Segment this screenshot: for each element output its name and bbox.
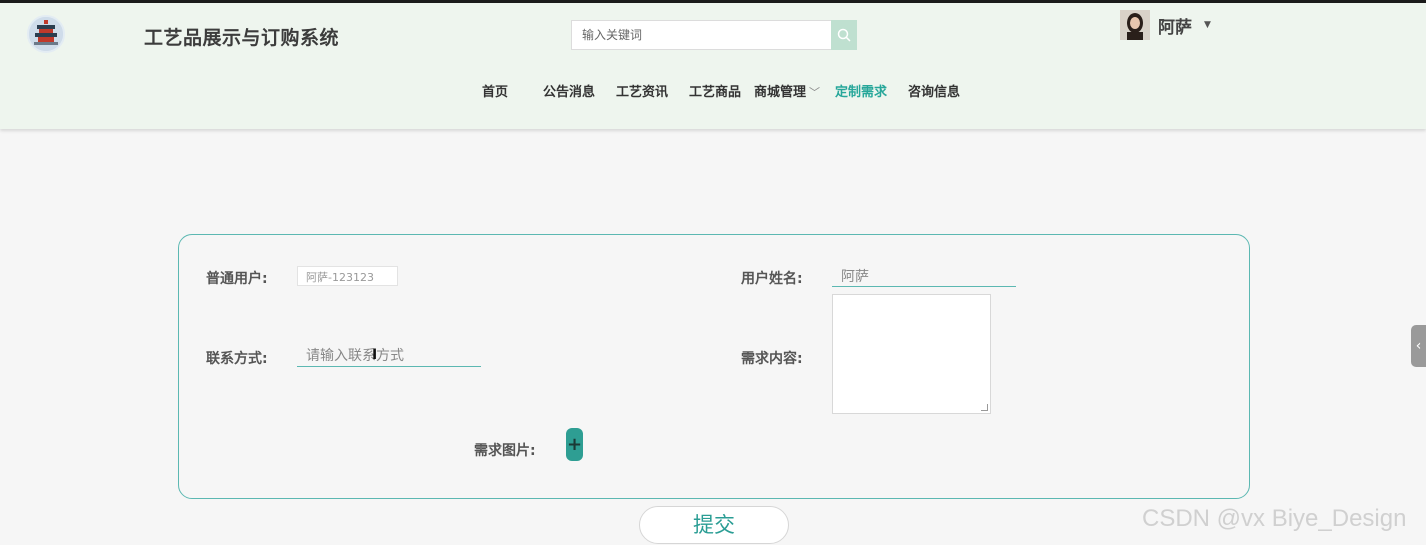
temple-logo-icon[interactable] <box>27 15 65 53</box>
user-label: 普通用户: <box>206 271 268 287</box>
nav-item-custom-requests[interactable]: 定制需求 <box>835 81 887 100</box>
contact-label: 联系方式: <box>206 351 268 367</box>
user-menu[interactable]: 阿萨 ▼ <box>1120 10 1211 40</box>
resize-handle[interactable] <box>981 404 988 411</box>
side-collapse-tab[interactable]: ‹ <box>1411 325 1426 367</box>
text-cursor-icon: I <box>372 347 378 363</box>
nav-item-craft-news[interactable]: 工艺资讯 <box>616 81 668 100</box>
nav-item-craft-products[interactable]: 工艺商品 <box>689 81 741 100</box>
user-avatar[interactable] <box>1120 10 1150 40</box>
search-button[interactable] <box>831 20 857 50</box>
custom-request-form: 普通用户: 阿萨-123123 用户姓名: 联系方式: 需求内容: 需求图片: … <box>178 234 1250 499</box>
site-title: 工艺品展示与订购系统 <box>144 27 340 49</box>
nav-item-consulting[interactable]: 咨询信息 <box>908 81 960 100</box>
search-input[interactable] <box>571 20 831 50</box>
add-image-button[interactable]: + <box>566 428 583 461</box>
main-nav: 首页 公告消息 工艺资讯 工艺商品 商城管理 ﹀ 定制需求 咨询信息 <box>0 81 1426 101</box>
nav-item-home[interactable]: 首页 <box>482 81 508 100</box>
site-header: 工艺品展示与订购系统 阿萨 ▼ 首页 公告消息 工艺资讯 工艺商品 商城管理﹀ … <box>0 3 1426 129</box>
watermark: CSDN @vx Biye_Design <box>1142 505 1407 532</box>
chevron-down-icon: ﹀ <box>809 86 821 99</box>
username[interactable]: 阿萨 <box>1158 13 1192 38</box>
nav-item-announcements[interactable]: 公告消息 <box>543 81 595 100</box>
contact-input[interactable] <box>297 345 481 367</box>
image-label: 需求图片: <box>474 443 536 459</box>
user-field: 阿萨-123123 <box>297 266 398 286</box>
content-textarea[interactable] <box>832 294 991 414</box>
submit-button[interactable]: 提交 <box>639 506 789 544</box>
nav-item-label: 商城管理 <box>754 85 807 100</box>
search-bar <box>571 20 857 50</box>
content-label: 需求内容: <box>741 351 803 367</box>
name-field[interactable] <box>832 265 1016 287</box>
nav-item-mall-management[interactable]: 商城管理 ﹀ <box>754 81 820 100</box>
name-label: 用户姓名: <box>741 271 803 287</box>
caret-down-icon[interactable]: ▼ <box>1204 20 1211 30</box>
search-icon <box>837 28 851 42</box>
